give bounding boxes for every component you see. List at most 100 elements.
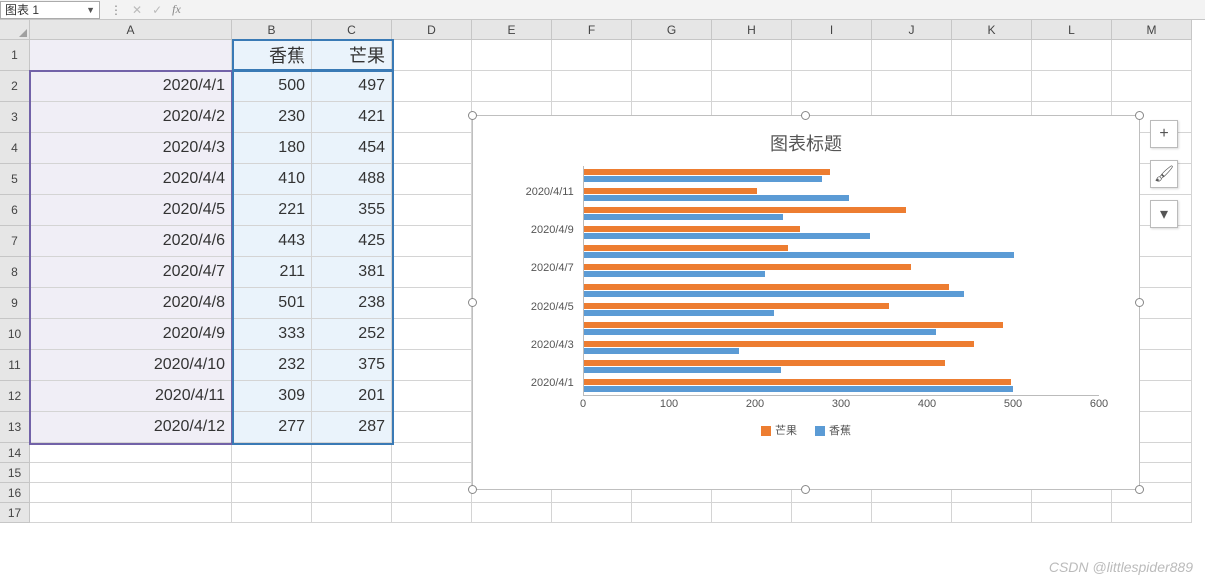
chart-title[interactable]: 图表标题 bbox=[473, 116, 1139, 160]
row-header-17[interactable]: 17 bbox=[0, 503, 30, 523]
cell-D15[interactable] bbox=[392, 463, 472, 483]
row-header-8[interactable]: 8 bbox=[0, 257, 30, 288]
cell-C4[interactable]: 454 bbox=[312, 133, 392, 164]
row-header-3[interactable]: 3 bbox=[0, 102, 30, 133]
cell-D9[interactable] bbox=[392, 288, 472, 319]
cell-D14[interactable] bbox=[392, 443, 472, 463]
cell-B10[interactable]: 333 bbox=[232, 319, 312, 350]
legend-item-mango[interactable]: 芒果 bbox=[761, 422, 797, 438]
cell-A6[interactable]: 2020/4/5 bbox=[30, 195, 232, 226]
cell-B15[interactable] bbox=[232, 463, 312, 483]
bar-banana[interactable] bbox=[584, 195, 849, 201]
bar-group[interactable] bbox=[584, 284, 1099, 298]
row-header-13[interactable]: 13 bbox=[0, 412, 30, 443]
select-all-corner[interactable] bbox=[0, 20, 30, 40]
cell-C12[interactable]: 201 bbox=[312, 381, 392, 412]
bar-banana[interactable] bbox=[584, 271, 765, 277]
cell-M17[interactable] bbox=[1112, 503, 1192, 523]
column-header-D[interactable]: D bbox=[392, 20, 472, 40]
cell-D2[interactable] bbox=[392, 71, 472, 102]
cell-L1[interactable] bbox=[1032, 40, 1112, 71]
cell-A3[interactable]: 2020/4/2 bbox=[30, 102, 232, 133]
bar-mango[interactable] bbox=[584, 169, 830, 175]
cell-A17[interactable] bbox=[30, 503, 232, 523]
cell-C15[interactable] bbox=[312, 463, 392, 483]
row-header-6[interactable]: 6 bbox=[0, 195, 30, 226]
chart-legend[interactable]: 芒果 香蕉 bbox=[473, 422, 1139, 438]
cell-G17[interactable] bbox=[632, 503, 712, 523]
cell-B5[interactable]: 410 bbox=[232, 164, 312, 195]
cell-A11[interactable]: 2020/4/10 bbox=[30, 350, 232, 381]
resize-handle[interactable] bbox=[468, 111, 477, 120]
cell-D16[interactable] bbox=[392, 483, 472, 503]
cell-C13[interactable]: 287 bbox=[312, 412, 392, 443]
column-header-F[interactable]: F bbox=[552, 20, 632, 40]
bar-mango[interactable] bbox=[584, 264, 911, 270]
cell-B8[interactable]: 211 bbox=[232, 257, 312, 288]
cell-A15[interactable] bbox=[30, 463, 232, 483]
cell-C11[interactable]: 375 bbox=[312, 350, 392, 381]
cell-D4[interactable] bbox=[392, 133, 472, 164]
cell-E2[interactable] bbox=[472, 71, 552, 102]
chart-filter-button[interactable]: ▾ bbox=[1150, 200, 1178, 228]
cell-D6[interactable] bbox=[392, 195, 472, 226]
cell-D1[interactable] bbox=[392, 40, 472, 71]
bar-banana[interactable] bbox=[584, 329, 936, 335]
cell-L17[interactable] bbox=[1032, 503, 1112, 523]
cell-B12[interactable]: 309 bbox=[232, 381, 312, 412]
bar-group[interactable]: 2020/4/1 bbox=[584, 379, 1099, 393]
cell-I2[interactable] bbox=[792, 71, 872, 102]
cell-C5[interactable]: 488 bbox=[312, 164, 392, 195]
row-header-15[interactable]: 15 bbox=[0, 463, 30, 483]
cell-C3[interactable]: 421 bbox=[312, 102, 392, 133]
bar-group[interactable] bbox=[584, 207, 1099, 221]
row-header-1[interactable]: 1 bbox=[0, 40, 30, 71]
cell-B6[interactable]: 221 bbox=[232, 195, 312, 226]
bar-group[interactable]: 2020/4/11 bbox=[584, 188, 1099, 202]
cell-A4[interactable]: 2020/4/3 bbox=[30, 133, 232, 164]
row-header-5[interactable]: 5 bbox=[0, 164, 30, 195]
cell-F2[interactable] bbox=[552, 71, 632, 102]
cell-L2[interactable] bbox=[1032, 71, 1112, 102]
row-header-14[interactable]: 14 bbox=[0, 443, 30, 463]
bar-banana[interactable] bbox=[584, 386, 1013, 392]
bar-mango[interactable] bbox=[584, 284, 949, 290]
cell-D13[interactable] bbox=[392, 412, 472, 443]
cell-C10[interactable]: 252 bbox=[312, 319, 392, 350]
column-header-A[interactable]: A bbox=[30, 20, 232, 40]
bar-mango[interactable] bbox=[584, 245, 788, 251]
row-header-10[interactable]: 10 bbox=[0, 319, 30, 350]
column-header-C[interactable]: C bbox=[312, 20, 392, 40]
resize-handle[interactable] bbox=[801, 485, 810, 494]
cell-I17[interactable] bbox=[792, 503, 872, 523]
bar-group[interactable] bbox=[584, 245, 1099, 259]
bar-mango[interactable] bbox=[584, 341, 974, 347]
bar-group[interactable] bbox=[584, 322, 1099, 336]
cell-J1[interactable] bbox=[872, 40, 952, 71]
bar-banana[interactable] bbox=[584, 310, 774, 316]
column-header-B[interactable]: B bbox=[232, 20, 312, 40]
bar-group[interactable]: 2020/4/3 bbox=[584, 341, 1099, 355]
cell-M1[interactable] bbox=[1112, 40, 1192, 71]
cell-A9[interactable]: 2020/4/8 bbox=[30, 288, 232, 319]
cell-C17[interactable] bbox=[312, 503, 392, 523]
confirm-icon[interactable]: ✓ bbox=[152, 3, 162, 17]
cell-C8[interactable]: 381 bbox=[312, 257, 392, 288]
cell-C6[interactable]: 355 bbox=[312, 195, 392, 226]
bar-mango[interactable] bbox=[584, 322, 1003, 328]
cell-G1[interactable] bbox=[632, 40, 712, 71]
cell-B2[interactable]: 500 bbox=[232, 71, 312, 102]
chart-elements-button[interactable]: + bbox=[1150, 120, 1178, 148]
row-header-2[interactable]: 2 bbox=[0, 71, 30, 102]
bar-mango[interactable] bbox=[584, 303, 889, 309]
cell-J17[interactable] bbox=[872, 503, 952, 523]
cell-K17[interactable] bbox=[952, 503, 1032, 523]
column-header-L[interactable]: L bbox=[1032, 20, 1112, 40]
fx-icon[interactable]: fx bbox=[172, 2, 181, 17]
bar-mango[interactable] bbox=[584, 226, 800, 232]
cell-G2[interactable] bbox=[632, 71, 712, 102]
cell-C7[interactable]: 425 bbox=[312, 226, 392, 257]
row-header-16[interactable]: 16 bbox=[0, 483, 30, 503]
cell-I1[interactable] bbox=[792, 40, 872, 71]
cell-B13[interactable]: 277 bbox=[232, 412, 312, 443]
